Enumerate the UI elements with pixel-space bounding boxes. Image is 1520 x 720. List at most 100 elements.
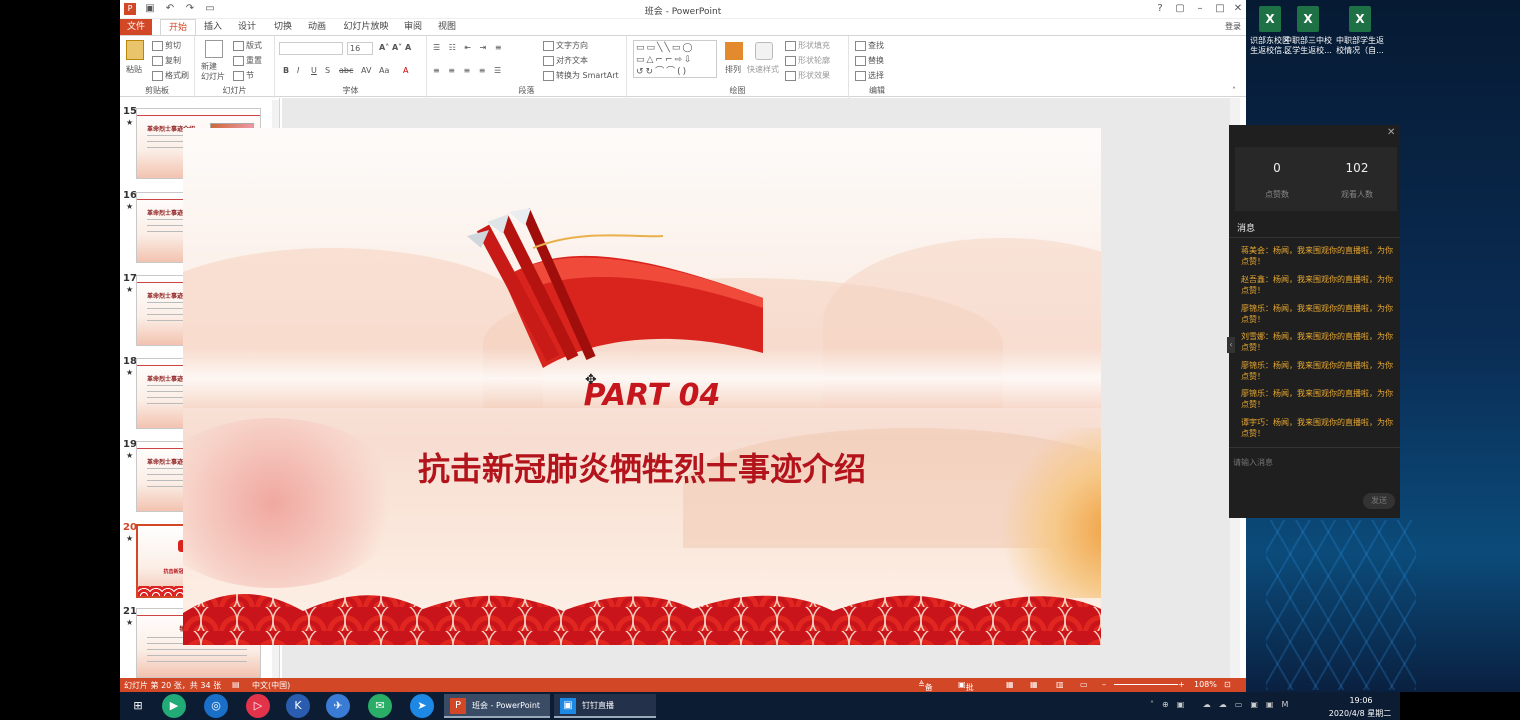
slide-canvas[interactable]: PART 04 抗击新冠肺炎牺牲烈士事迹介绍: [183, 128, 1101, 645]
collapse-panel-icon[interactable]: ‹: [1227, 337, 1235, 353]
replace-button[interactable]: 替换: [855, 55, 884, 66]
clock-date[interactable]: 2020/4/8 星期二: [1320, 708, 1400, 719]
grow-font-icon[interactable]: A˄ A˅ A: [379, 43, 411, 52]
shapes-gallery[interactable]: ▭▭╲╲▭◯ ▭△⌐⌐⇨⇩ ↺↻⌒⌒(): [633, 40, 717, 78]
fit-slide-icon[interactable]: ⊡: [1224, 680, 1231, 689]
text-direction-icon: [543, 40, 554, 51]
live-stream-panel: ✕ 0 点赞数 102 观看人数 消息 蒋美会：杨闻，我来围观你的直播啦，为你点…: [1227, 125, 1400, 518]
animation-star-icon: ★: [126, 202, 134, 211]
font-color-icon[interactable]: A: [403, 66, 408, 75]
tab-design[interactable]: 设计: [232, 19, 262, 35]
quick-styles-icon[interactable]: [755, 42, 773, 60]
tab-slideshow[interactable]: 幻灯片放映: [338, 19, 394, 35]
maximize-icon[interactable]: □: [1214, 3, 1226, 15]
italic-icon[interactable]: I: [297, 66, 299, 75]
arrange-button[interactable]: 排列: [725, 64, 741, 75]
section-button[interactable]: 节: [233, 70, 254, 81]
bold-icon[interactable]: B: [283, 66, 289, 75]
find-button[interactable]: 查找: [855, 40, 884, 51]
spellcheck-icon[interactable]: ▤: [232, 680, 240, 689]
start-windows-icon[interactable]: ⊞: [126, 694, 150, 718]
notes-button[interactable]: ≜ 备注: [918, 680, 933, 703]
media-app-icon[interactable]: ▶: [162, 694, 186, 718]
arrange-icon[interactable]: [725, 42, 743, 60]
taskbar-live[interactable]: ▣ 钉钉直播: [554, 694, 656, 718]
feishu-icon[interactable]: ✈: [326, 694, 350, 718]
k-app-icon[interactable]: K: [286, 694, 310, 718]
shape-fill-button[interactable]: 形状填充: [785, 40, 830, 51]
tab-insert[interactable]: 插入: [198, 19, 228, 35]
close-panel-icon[interactable]: ✕: [1387, 127, 1395, 138]
font-name-field[interactable]: [279, 42, 343, 55]
desktop-file-2[interactable]: X 中职部三中校 区学生返校...: [1282, 6, 1334, 56]
dingtalk-icon[interactable]: ➤: [410, 694, 434, 718]
chat-message: 刘雪娜：杨闻，我来围观你的直播啦，为你点赞！: [1241, 332, 1393, 352]
underline-icon[interactable]: U: [311, 66, 317, 75]
tab-review[interactable]: 审阅: [398, 19, 428, 35]
divider: [1229, 447, 1400, 448]
cut-button[interactable]: 剪切: [152, 40, 181, 51]
format-painter-button[interactable]: 格式刷: [152, 70, 189, 81]
select-button[interactable]: 选择: [855, 70, 884, 81]
youku-icon[interactable]: ▷: [246, 694, 270, 718]
strikethrough-icon[interactable]: abc: [339, 66, 353, 75]
wechat-icon[interactable]: ✉: [368, 694, 392, 718]
tab-transitions[interactable]: 切换: [268, 19, 298, 35]
paste-button[interactable]: 粘贴: [126, 64, 142, 75]
section-icon: [233, 70, 244, 81]
slide-sorter-icon[interactable]: ▦: [1030, 680, 1038, 689]
change-case-icon[interactable]: Aa: [379, 66, 389, 75]
new-slide-button[interactable]: 新建 幻灯片: [201, 62, 225, 82]
language-indicator[interactable]: 中文(中国): [252, 680, 290, 691]
quick-styles-button[interactable]: 快速样式: [747, 64, 779, 75]
viewers-label: 观看人数: [1341, 190, 1373, 199]
excel-file-icon: X: [1349, 6, 1371, 32]
animation-star-icon: ★: [126, 118, 134, 127]
taskbar-powerpoint[interactable]: P 班会 - PowerPoint: [444, 694, 550, 718]
comments-button[interactable]: ▣ 批注: [958, 680, 974, 703]
align-icons[interactable]: ≡ ≡ ≡ ≡ ☰: [433, 66, 504, 75]
paste-icon[interactable]: [126, 40, 144, 60]
login-link[interactable]: 登录: [1220, 19, 1246, 35]
shape-effects-button[interactable]: 形状效果: [785, 70, 830, 81]
normal-view-icon[interactable]: ▦: [1006, 680, 1014, 689]
ribbon-tabs: 文件 开始 插入 设计 切换 动画 幻灯片放映 审阅 视图 登录: [120, 19, 1246, 35]
ribbon: 粘贴 剪切 复制 格式刷 剪贴板 新建 幻灯片 版式 重置 节 幻灯片 16 A…: [120, 35, 1246, 98]
shape-outline-button[interactable]: 形状轮廓: [785, 55, 830, 66]
reset-button[interactable]: 重置: [233, 55, 262, 66]
minimize-icon[interactable]: –: [1194, 3, 1206, 15]
ribbon-display-icon[interactable]: ▢: [1174, 3, 1186, 15]
shadow-icon[interactable]: S: [325, 66, 330, 75]
zoom-out-icon[interactable]: –: [1102, 680, 1106, 689]
zoom-in-icon[interactable]: +: [1178, 680, 1185, 689]
layout-button[interactable]: 版式: [233, 40, 262, 51]
collapse-ribbon-icon[interactable]: ˄: [1232, 86, 1236, 95]
search-icon: [855, 40, 866, 51]
message-input[interactable]: [1233, 453, 1393, 471]
clock-time[interactable]: 19:06: [1328, 696, 1394, 705]
new-slide-icon[interactable]: [205, 40, 223, 58]
close-icon[interactable]: ✕: [1232, 3, 1244, 15]
smartart-button[interactable]: 转换为 SmartArt: [543, 70, 619, 81]
font-size-field[interactable]: 16: [347, 42, 373, 55]
text-direction-button[interactable]: 文字方向: [543, 40, 588, 51]
tab-view[interactable]: 视图: [432, 19, 462, 35]
send-button[interactable]: 发送: [1363, 493, 1395, 509]
desktop-file-3[interactable]: X 中职部学生返 校情况（自...: [1334, 6, 1386, 56]
help-icon[interactable]: ?: [1154, 3, 1166, 15]
tab-animations[interactable]: 动画: [302, 19, 332, 35]
list-icons[interactable]: ☰ ☷ ⇤ ⇥ ≡: [433, 43, 505, 52]
slideshow-view-icon[interactable]: ▭: [1080, 680, 1088, 689]
copy-button[interactable]: 复制: [152, 55, 181, 66]
zoom-level[interactable]: 108%: [1194, 680, 1217, 689]
zoom-slider[interactable]: [1114, 684, 1178, 685]
hex-pattern: [1266, 520, 1416, 690]
tray-icons[interactable]: ˄⊕▣ ☁☁▭▣▣M: [1150, 700, 1296, 709]
browser-icon[interactable]: ◎: [204, 694, 228, 718]
align-text-button[interactable]: 对齐文本: [543, 55, 588, 66]
tab-home[interactable]: 开始: [160, 19, 196, 35]
char-spacing-icon[interactable]: AV: [361, 66, 371, 75]
tab-file[interactable]: 文件: [120, 19, 152, 35]
paragraph-label: 段落: [518, 86, 535, 95]
reading-view-icon[interactable]: ▥: [1056, 680, 1064, 689]
